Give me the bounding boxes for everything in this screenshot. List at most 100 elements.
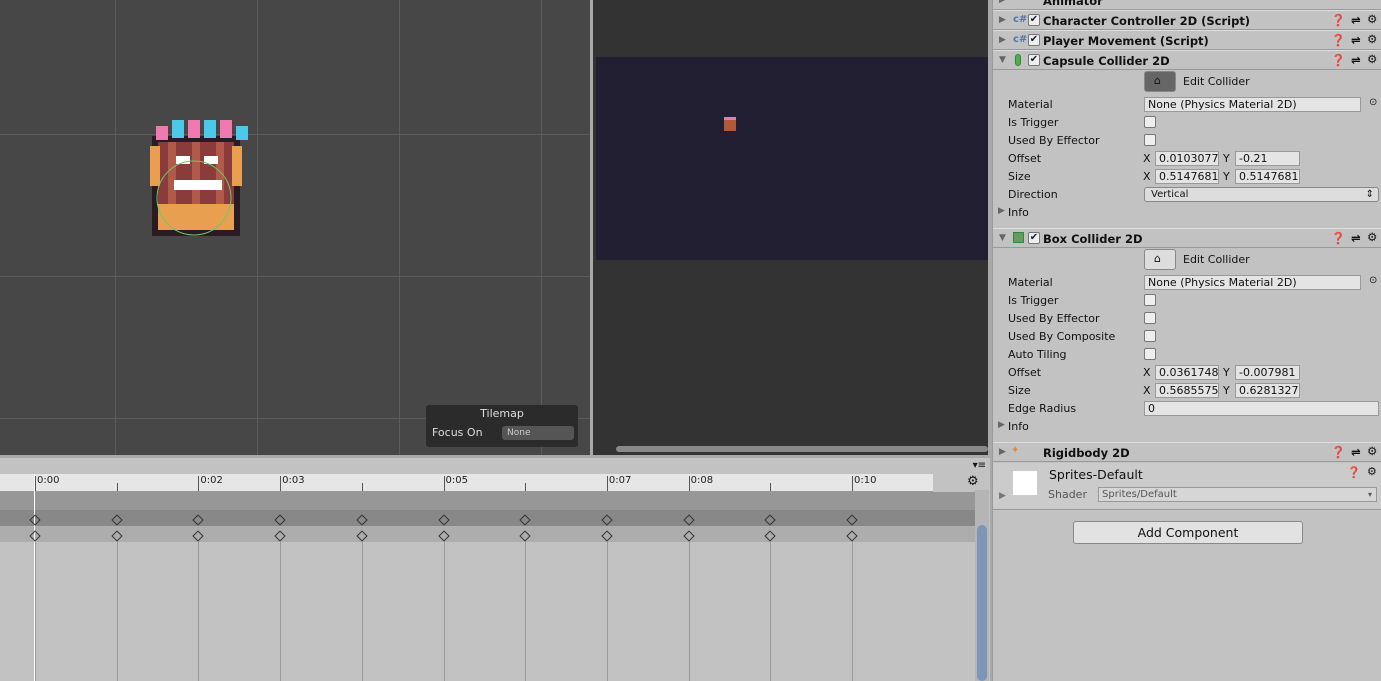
is-trigger-checkbox[interactable]	[1144, 116, 1156, 128]
offset-x-field[interactable]: 0.0361748	[1155, 365, 1219, 380]
material-field[interactable]: None (Physics Material 2D)	[1144, 275, 1361, 290]
preset-icon[interactable]: ⇌	[1351, 13, 1361, 27]
frame-line	[606, 542, 608, 681]
ruler-label: 0:10	[854, 475, 877, 486]
frame-line	[35, 542, 36, 681]
scene-view[interactable]	[0, 0, 590, 455]
component-player-movement[interactable]: ▶ c# ✔ Player Movement (Script) ❓ ⇌ ⚙	[993, 30, 1381, 50]
size-y-field[interactable]: 0.5147681	[1235, 169, 1300, 184]
frame-line	[116, 542, 118, 681]
edge-radius-field[interactable]: 0	[1144, 401, 1379, 416]
material-label: Material	[1008, 98, 1053, 111]
size-y-field[interactable]: 0.6281327	[1235, 383, 1300, 398]
gear-icon[interactable]: ⚙	[1367, 52, 1377, 66]
help-icon[interactable]: ❓	[1331, 445, 1345, 459]
time-ruler[interactable]: 0:00 0:02 0:03 0:05 0:07 0:08 0:10	[0, 474, 933, 492]
ruler-major-tick	[198, 476, 200, 491]
edit-collider-button[interactable]: ⌂	[1144, 71, 1176, 92]
player-sprite-small	[724, 117, 736, 131]
menu-icon[interactable]: ▾≡	[973, 460, 986, 471]
gear-icon[interactable]: ⚙	[1367, 230, 1377, 244]
gear-icon[interactable]: ⚙	[1367, 12, 1377, 26]
size-x-field[interactable]: 0.5685575	[1155, 383, 1219, 398]
preset-icon[interactable]: ⇌	[1351, 33, 1361, 47]
box-collider-icon	[1013, 232, 1024, 243]
capsule-collider-icon	[1015, 54, 1021, 66]
script-icon: c#	[1013, 14, 1028, 25]
used-by-effector-checkbox[interactable]	[1144, 312, 1156, 324]
preset-icon[interactable]: ⇌	[1351, 231, 1361, 245]
focus-on-dropdown[interactable]: None	[502, 426, 574, 440]
component-title: Box Collider 2D	[1043, 232, 1143, 246]
component-box-collider[interactable]: ▼ ✔ Box Collider 2D ❓ ⇌ ⚙	[993, 228, 1381, 248]
enabled-checkbox[interactable]: ✔	[1028, 14, 1040, 26]
expand-icon[interactable]: ▶	[999, 0, 1006, 5]
info-foldout[interactable]: Info	[1008, 420, 1029, 433]
size-label: Size	[1008, 170, 1031, 183]
shader-label: Shader	[1048, 488, 1087, 501]
component-character-controller[interactable]: ▶ c# ✔ Character Controller 2D (Script) ❓ ⇌ ⚙	[993, 10, 1381, 30]
shader-value: Sprites/Default	[1102, 489, 1177, 500]
component-rigidbody[interactable]: ▶ ✦ Rigidbody 2D ❓ ⇌ ⚙	[993, 442, 1381, 462]
player-sprite[interactable]	[148, 116, 254, 240]
y-label: Y	[1223, 170, 1230, 183]
gear-icon[interactable]: ⚙	[1367, 32, 1377, 46]
offset-y-field[interactable]: -0.007981	[1235, 365, 1300, 380]
used-by-composite-checkbox[interactable]	[1144, 330, 1156, 342]
size-x-field[interactable]: 0.5147681	[1155, 169, 1219, 184]
help-icon[interactable]: ❓	[1331, 13, 1345, 27]
edit-collider-label: Edit Collider	[1183, 253, 1250, 266]
horizontal-scrollbar[interactable]	[616, 446, 988, 452]
x-label: X	[1143, 384, 1151, 397]
expand-icon[interactable]: ▶	[999, 447, 1006, 457]
expand-icon[interactable]: ▶	[999, 15, 1006, 25]
offset-label: Offset	[1008, 366, 1042, 379]
auto-tiling-checkbox[interactable]	[1144, 348, 1156, 360]
component-capsule-collider[interactable]: ▼ ✔ Capsule Collider 2D ❓ ⇌ ⚙	[993, 50, 1381, 70]
add-component-button[interactable]: Add Component	[1073, 521, 1303, 544]
expand-icon[interactable]: ▶	[998, 206, 1005, 216]
expand-icon[interactable]: ▶	[998, 420, 1005, 430]
x-label: X	[1143, 170, 1151, 183]
help-icon[interactable]: ❓	[1347, 466, 1361, 479]
scrollbar-thumb[interactable]	[977, 525, 987, 681]
edit-collider-icon: ⌂	[1154, 74, 1161, 87]
expand-icon[interactable]: ▶	[999, 491, 1006, 501]
material-label: Material	[1008, 276, 1053, 289]
ruler-major-tick	[688, 476, 690, 491]
enabled-checkbox[interactable]: ✔	[1028, 232, 1040, 244]
offset-y-field[interactable]: -0.21	[1235, 151, 1300, 166]
enabled-checkbox[interactable]: ✔	[1028, 34, 1040, 46]
collapse-icon[interactable]: ▼	[999, 233, 1006, 243]
game-viewport[interactable]	[596, 57, 988, 260]
info-foldout[interactable]: Info	[1008, 206, 1029, 219]
is-trigger-checkbox[interactable]	[1144, 294, 1156, 306]
used-by-effector-checkbox[interactable]	[1144, 134, 1156, 146]
gear-icon[interactable]: ⚙	[1367, 465, 1377, 478]
edit-collider-button[interactable]: ⌂	[1144, 249, 1176, 270]
dropdown-arrow-icon: ⇕	[1365, 189, 1374, 200]
ruler-tick	[770, 483, 772, 491]
object-picker-icon[interactable]: ⊙	[1369, 275, 1377, 286]
enabled-checkbox[interactable]: ✔	[1028, 54, 1040, 66]
component-animator[interactable]: Animator	[1043, 0, 1103, 8]
collapse-icon[interactable]: ▼	[999, 55, 1006, 65]
expand-icon[interactable]: ▶	[999, 35, 1006, 45]
keyframe-row[interactable]	[0, 526, 975, 542]
ruler-major-tick	[852, 476, 853, 491]
material-field[interactable]: None (Physics Material 2D)	[1144, 97, 1361, 112]
gear-icon[interactable]: ⚙	[1367, 444, 1377, 458]
gear-icon[interactable]: ⚙	[967, 474, 979, 489]
help-icon[interactable]: ❓	[1331, 33, 1345, 47]
object-picker-icon[interactable]: ⊙	[1369, 97, 1377, 108]
shader-dropdown[interactable]: Sprites/Default ▾	[1098, 487, 1377, 502]
preset-icon[interactable]: ⇌	[1351, 445, 1361, 459]
offset-x-field[interactable]: 0.0103077	[1155, 151, 1219, 166]
keyframe-row[interactable]	[0, 510, 975, 526]
help-icon[interactable]: ❓	[1331, 53, 1345, 67]
ruler-major-tick	[35, 476, 36, 491]
direction-dropdown[interactable]: Vertical ⇕	[1144, 187, 1379, 202]
animation-timeline[interactable]: ▾≡ 0:00 0:02 0:03 0:05 0:07 0:08 0:10 ⚙	[0, 458, 990, 681]
preset-icon[interactable]: ⇌	[1351, 53, 1361, 67]
help-icon[interactable]: ❓	[1331, 231, 1345, 245]
